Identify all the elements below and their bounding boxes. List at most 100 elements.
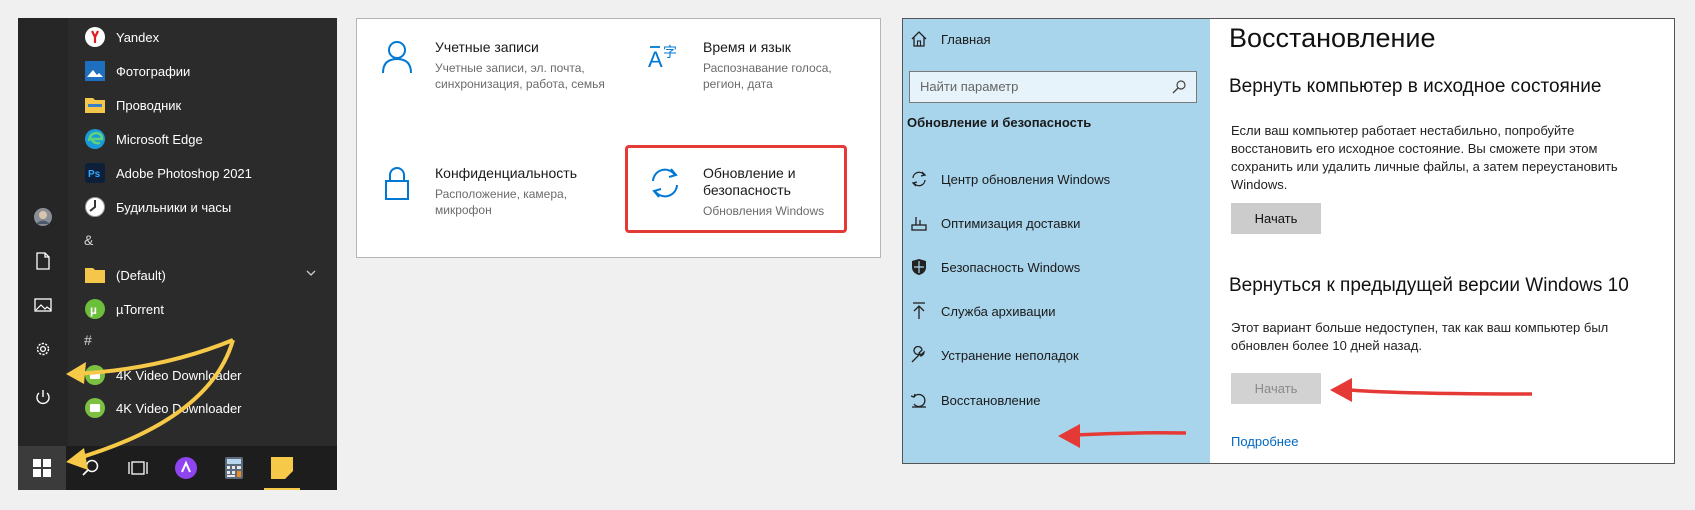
windows-start-icon[interactable] <box>18 446 66 490</box>
app-label: Adobe Photoshop 2021 <box>116 165 252 181</box>
chevron-down-icon[interactable] <box>306 269 316 277</box>
reset-heading: Вернуть компьютер в исходное состояние <box>1229 76 1602 97</box>
tile-privacy[interactable]: Конфиденциальность Расположение, камера, … <box>379 165 609 218</box>
pictures-icon[interactable] <box>32 294 54 316</box>
person-icon <box>382 41 412 74</box>
home-icon <box>909 29 929 49</box>
tile-title: Время и язык <box>703 39 791 55</box>
recovery-content: Восстановление Вернуть компьютер в исход… <box>1229 19 1669 463</box>
app-yandex[interactable]: Yandex <box>82 22 332 52</box>
edge-icon <box>82 126 108 152</box>
backup-arrow-icon <box>909 301 929 321</box>
nav-recovery[interactable]: Восстановление <box>909 390 1040 410</box>
folder-icon <box>82 262 108 288</box>
app-photos[interactable]: Фотографии <box>82 56 332 86</box>
section-heading: Обновление и безопасность <box>907 115 1091 130</box>
app-photoshop[interactable]: Ps Adobe Photoshop 2021 <box>82 158 332 188</box>
app-4k-downloader-1[interactable]: 4K Video Downloader <box>82 360 332 390</box>
photoshop-icon: Ps <box>82 160 108 186</box>
letter-group-ampersand[interactable]: & <box>84 225 334 255</box>
tile-title: Конфиденциальность <box>435 165 578 181</box>
nav-troubleshoot[interactable]: Устранение неполадок <box>909 345 1079 365</box>
nav-label: Устранение неполадок <box>941 347 1079 363</box>
app-label: Фотографии <box>116 63 191 79</box>
go-back-heading: Вернуться к предыдущей версии Windows 10 <box>1229 275 1629 296</box>
app-label: Yandex <box>116 29 160 45</box>
reset-start-button[interactable]: Начать <box>1231 203 1321 234</box>
app-default-folder[interactable]: (Default) <box>82 260 332 290</box>
start-rail <box>18 18 68 448</box>
sync-icon <box>909 169 929 189</box>
search-icon <box>1172 80 1186 94</box>
nav-label: Главная <box>941 31 991 47</box>
folder-icon <box>82 92 108 118</box>
tile-time-language[interactable]: A字 Время и язык Распознавание голоса, рег… <box>647 39 867 92</box>
recovery-icon <box>909 390 929 410</box>
app-label: 4K Video Downloader <box>116 367 242 383</box>
app-edge[interactable]: Microsoft Edge <box>82 124 332 154</box>
calculator-icon[interactable] <box>210 446 258 490</box>
tile-desc: Расположение, камера, микрофон <box>435 187 568 217</box>
tile-title: Учетные записи <box>435 39 539 55</box>
group-letter: & <box>84 232 94 248</box>
go-back-start-button[interactable]: Начать <box>1231 373 1321 404</box>
app-4k-downloader-2[interactable]: 4K Video Downloader <box>82 393 332 423</box>
reset-description: Если ваш компьютер работает нестабильно,… <box>1231 123 1618 192</box>
nav-label: Восстановление <box>941 392 1041 408</box>
wrench-icon <box>909 345 929 365</box>
sticky-notes-icon[interactable] <box>258 446 306 490</box>
nav-windows-update[interactable]: Центр обновления Windows <box>909 169 1110 189</box>
app-utorrent[interactable]: µ µTorrent <box>82 294 332 324</box>
settings-gear-icon[interactable] <box>32 338 54 360</box>
app-label: µTorrent <box>116 301 164 317</box>
app-label: Microsoft Edge <box>116 131 203 147</box>
settings-sidebar: Главная Найти параметр Обновление и безо… <box>903 19 1210 463</box>
recovery-settings-window: Главная Найти параметр Обновление и безо… <box>902 18 1675 464</box>
learn-more-link[interactable]: Подробнее <box>1231 434 1298 449</box>
search-placeholder: Найти параметр <box>920 79 1019 94</box>
app-explorer[interactable]: Проводник <box>82 90 332 120</box>
page-title: Восстановление <box>1229 23 1436 53</box>
avatar[interactable] <box>32 206 54 228</box>
letter-group-hash[interactable]: # <box>84 325 334 355</box>
go-back-description: Этот вариант больше недоступен, так как … <box>1231 320 1609 353</box>
nav-label: Центр обновления Windows <box>941 171 1111 187</box>
app-label: Проводник <box>116 97 182 113</box>
tile-desc: Распознавание голоса, регион, дата <box>703 61 832 91</box>
yandex-icon <box>82 24 108 50</box>
group-letter: # <box>84 332 92 348</box>
svg-text:字: 字 <box>663 45 677 61</box>
clock-icon <box>82 194 108 220</box>
tile-accounts[interactable]: Учетные записи Учетные записи, эл. почта,… <box>379 39 609 92</box>
lock-icon <box>385 167 409 200</box>
tile-desc: Учетные записи, эл. почта, синхронизация… <box>435 61 605 91</box>
nav-label: Оптимизация доставки <box>941 215 1081 231</box>
app-label: Будильники и часы <box>116 199 232 215</box>
app-label: 4K Video Downloader <box>116 400 242 416</box>
shield-icon <box>909 257 929 277</box>
documents-icon[interactable] <box>32 250 54 272</box>
photos-icon <box>82 58 108 84</box>
svg-text:Ps: Ps <box>88 169 101 180</box>
nav-label: Служба архивации <box>941 303 1056 319</box>
nav-delivery-optimization[interactable]: Оптимизация доставки <box>909 213 1080 233</box>
alice-icon[interactable] <box>162 446 210 490</box>
search-input[interactable]: Найти параметр <box>909 71 1197 103</box>
delivery-optimization-icon <box>909 213 929 233</box>
highlight-box <box>625 145 847 233</box>
svg-text:A: A <box>648 47 663 72</box>
app-label: (Default) <box>116 267 166 283</box>
app-alarms[interactable]: Будильники и часы <box>82 192 332 222</box>
nav-home[interactable]: Главная <box>909 29 990 49</box>
power-icon[interactable] <box>32 386 54 408</box>
settings-categories: Учетные записи Учетные записи, эл. почта,… <box>356 18 881 258</box>
section-label: Обновление и безопасность <box>907 115 1092 130</box>
time-language-icon: A字 <box>648 45 677 72</box>
nav-windows-security[interactable]: Безопасность Windows <box>909 257 1080 277</box>
nav-label: Безопасность Windows <box>941 259 1081 275</box>
nav-backup[interactable]: Служба архивации <box>909 301 1056 321</box>
4k-downloader-icon <box>82 362 108 388</box>
taskbar <box>18 446 337 490</box>
search-icon[interactable] <box>66 446 114 490</box>
task-view-icon[interactable] <box>114 446 162 490</box>
